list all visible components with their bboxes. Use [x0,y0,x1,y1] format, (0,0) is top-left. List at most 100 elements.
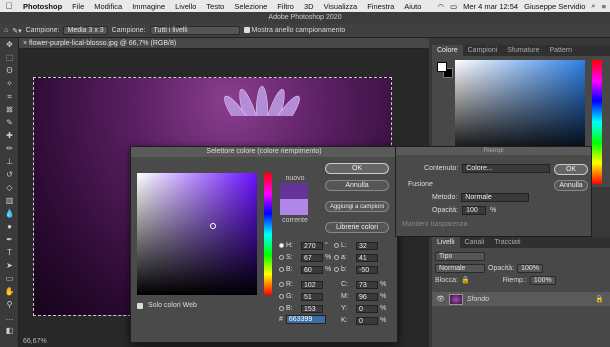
clock-text[interactable]: Mer 4 mar 12:54 [463,2,518,11]
input-r[interactable]: 102 [301,280,323,289]
stamp-tool-icon[interactable]: ⊥ [0,155,19,168]
picker-ok-button[interactable]: OK [325,163,389,174]
menu-filtro[interactable]: Filtro [272,2,299,11]
gradient-tool-icon[interactable]: ▥ [0,194,19,207]
radio-blue[interactable] [279,306,284,311]
fill-method-select[interactable]: Normale [461,193,530,202]
radio-s[interactable] [279,255,284,260]
menu-3d[interactable]: 3D [299,2,319,11]
menu-finestra[interactable]: Finestra [362,2,399,11]
type-tool-icon[interactable]: T [0,246,19,259]
current-color-swatch[interactable] [280,199,308,215]
color-panel-hue-slider[interactable] [592,60,602,184]
tab-sfumature[interactable]: Sfumature [502,45,544,56]
input-m[interactable]: 96 [356,292,378,301]
radio-l[interactable] [334,243,339,248]
input-c[interactable]: 73 [356,280,378,289]
layer-opacity-input[interactable]: 100% [517,263,543,273]
menu-modifica[interactable]: Modifica [89,2,127,11]
layer-row[interactable]: 👁 Sfondo 🔒 [432,292,610,306]
fill-content-select[interactable]: Colore... [462,164,551,173]
radio-r[interactable] [279,282,284,287]
color-libraries-button[interactable]: Librerie colori [325,222,389,233]
hex-input[interactable]: 663399 [285,315,326,324]
input-s[interactable]: 67 [301,253,323,262]
home-icon[interactable]: ⌂ [4,27,8,34]
document-tab[interactable]: × flower-purple-lical-blosso.jpg @ 66,7%… [19,38,429,49]
history-brush-icon[interactable]: ↺ [0,168,19,181]
healing-tool-icon[interactable]: ✚ [0,129,19,142]
tab-campioni[interactable]: Campioni [463,45,503,56]
radio-lab-b[interactable] [334,267,339,272]
tab-colore[interactable]: Colore [432,45,463,56]
dodge-tool-icon[interactable]: ● [0,220,19,233]
color-panel-field[interactable] [455,60,585,157]
wifi-icon[interactable]: ◠ [437,2,444,11]
input-h[interactable]: 270 [301,241,323,250]
input-b[interactable]: 60 [301,265,323,274]
tab-tracciati[interactable]: Tracciati [489,237,525,248]
menu-livello[interactable]: Livello [170,2,201,11]
brush-tool-icon[interactable]: ✏ [0,142,19,155]
radio-h[interactable] [279,243,284,248]
tab-livelli[interactable]: Livelli [432,237,460,248]
add-to-swatches-button[interactable]: Aggiungi a campioni [325,201,389,212]
shape-tool-icon[interactable]: ▭ [0,272,19,285]
input-blue[interactable]: 153 [301,304,323,313]
show-ring-checkbox[interactable]: Mostra anello campionamento [243,27,345,34]
pen-tool-icon[interactable]: ✒ [0,233,19,246]
input-l[interactable]: 32 [356,241,378,250]
menu-immagine[interactable]: Immagine [127,2,170,11]
fill-cancel-button[interactable]: Annulla [554,180,588,191]
eyedropper-icon[interactable]: ✎ [0,116,19,129]
tab-pattern[interactable]: Pattern [545,45,578,56]
input-a[interactable]: 41 [356,253,378,262]
web-only-checkbox[interactable]: Solo colori Web [137,302,197,309]
visibility-eye-icon[interactable]: 👁 [436,295,445,303]
eraser-tool-icon[interactable]: ◇ [0,181,19,194]
picker-selection-circle[interactable] [210,223,216,229]
input-lab-b[interactable]: -50 [356,265,378,274]
eyedropper-tool-icon[interactable]: ✎▾ [12,27,21,35]
preserve-transparency-row[interactable]: Mantieni trasparenza [402,221,467,228]
marquee-tool-icon[interactable]: ⬚ [0,51,19,64]
picker-cancel-button[interactable]: Annulla [325,180,389,191]
sample-layers-select[interactable]: Tutti i livelli [149,26,240,35]
fill-ok-button[interactable]: OK [554,164,588,175]
lock-icon[interactable]: 🔒 [461,276,470,284]
menu-testo[interactable]: Testo [201,2,229,11]
tab-canali[interactable]: Canali [460,237,490,248]
move-tool-icon[interactable]: ✥ [0,38,19,51]
apple-icon[interactable]:  [0,1,18,11]
input-k[interactable]: 0 [356,316,378,325]
menu-selezione[interactable]: Selezione [229,2,272,11]
fill-opacity-input[interactable]: 100 [462,206,487,215]
blur-tool-icon[interactable]: 💧 [0,207,19,220]
blend-mode-select[interactable]: Normale [435,263,485,273]
layer-filter-select[interactable]: Tipo [435,251,485,261]
lasso-tool-icon[interactable]: ʘ [0,64,19,77]
zoom-tool-icon[interactable]: ⚲ [0,298,19,311]
battery-icon[interactable]: ▭ [450,2,457,11]
radio-g[interactable] [279,294,284,299]
radio-b[interactable] [279,267,284,272]
menu-list-icon[interactable]: ≡ [602,2,606,11]
radio-a[interactable] [334,255,339,260]
menu-visualizza[interactable]: Visualizza [319,2,363,11]
user-name[interactable]: Giuseppe Servidio [524,2,585,11]
sample-size-select[interactable]: Media 3 x 3 [63,26,108,35]
quick-select-tool-icon[interactable]: ✧ [0,77,19,90]
input-y[interactable]: 0 [356,304,378,313]
hand-tool-icon[interactable]: ✋ [0,285,19,298]
foreground-color-swatch[interactable] [437,62,447,72]
path-select-icon[interactable]: ➤ [0,259,19,272]
picker-hue-slider[interactable] [264,173,272,295]
crop-tool-icon[interactable]: ⌗ [0,90,19,103]
menu-app[interactable]: Photoshop [18,2,67,11]
search-icon[interactable]: ⌕ [591,1,595,11]
color-swatches-icon[interactable]: ◧ [0,324,19,337]
menu-file[interactable]: File [67,2,89,11]
picker-color-field[interactable] [137,173,257,295]
menu-aiuto[interactable]: Aiuto [399,2,426,11]
layer-fill-input[interactable]: 100% [529,275,556,285]
